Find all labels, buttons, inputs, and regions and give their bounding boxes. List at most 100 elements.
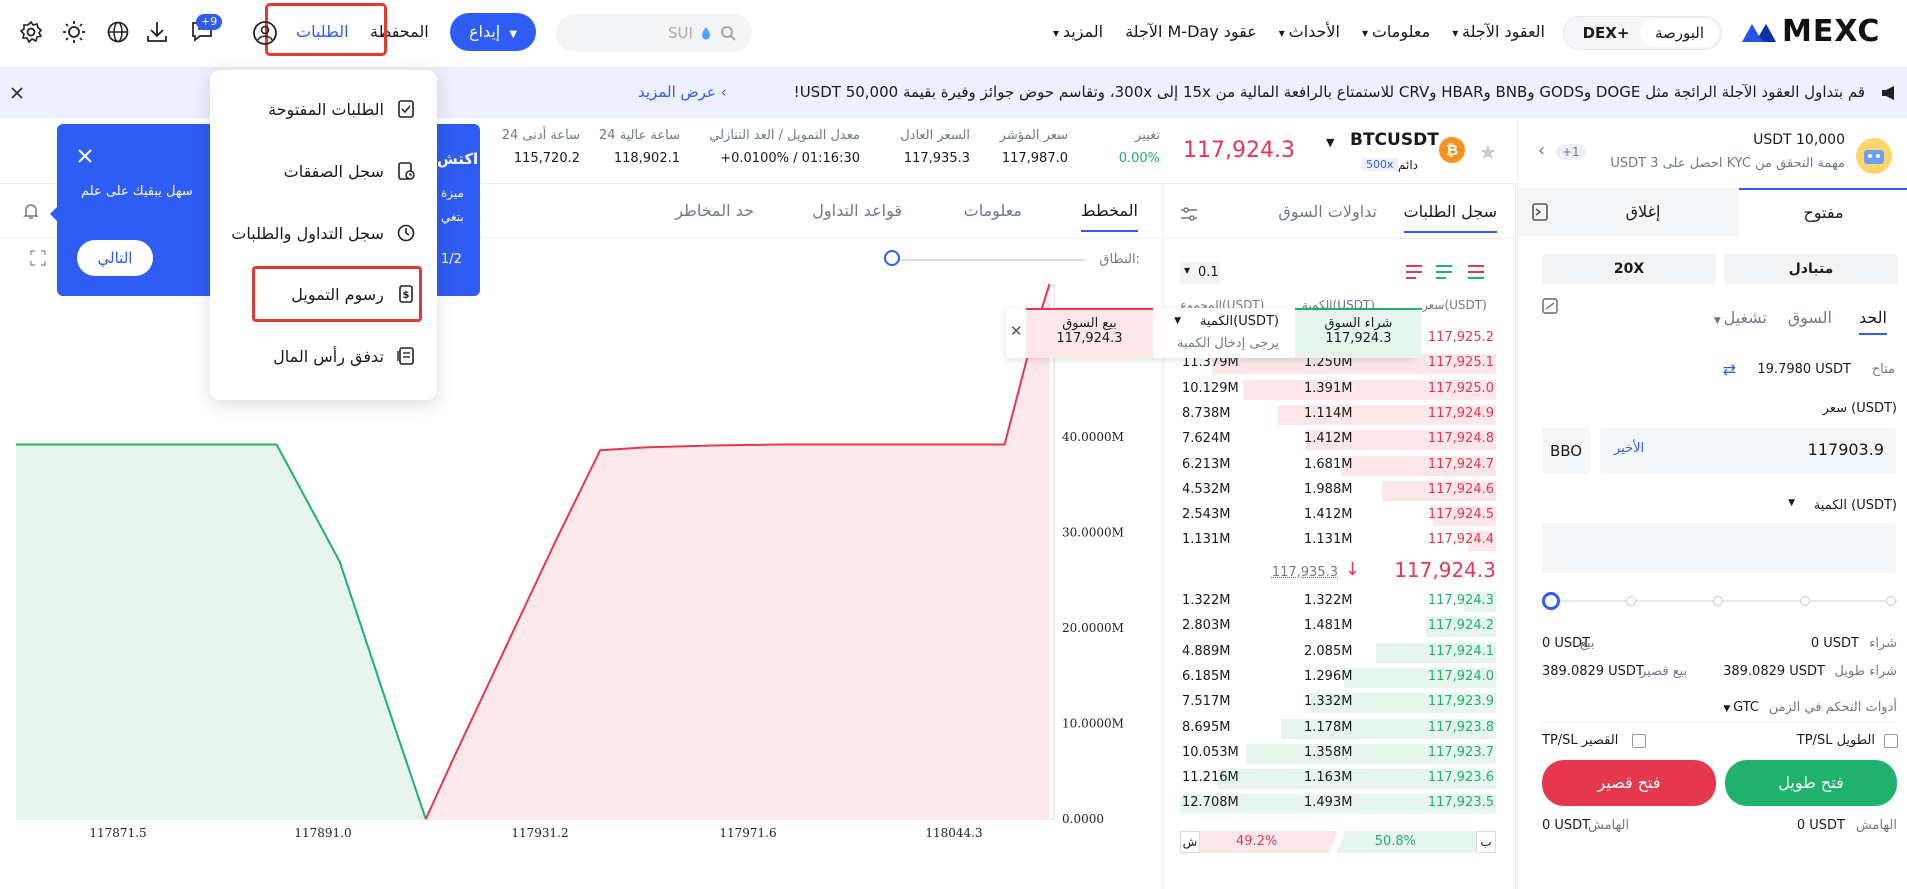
favorite-star-icon[interactable]: ★ <box>1479 140 1497 164</box>
bid-row[interactable]: 117,924.0 1.296M 6.185M <box>1180 666 1496 688</box>
bid-row[interactable]: 117,924.2 1.481M 2.803M <box>1180 615 1496 638</box>
nav-item-3[interactable]: عقود M-Day الآجلة <box>1125 22 1257 46</box>
user-account-icon[interactable] <box>252 20 278 46</box>
ask-row[interactable]: 117,924.5 1.412M 2.543M <box>1180 504 1496 527</box>
view-asks-only-icon[interactable] <box>1406 265 1422 279</box>
ask-row[interactable]: 117,924.7 1.681M 6.213M <box>1180 454 1496 476</box>
bell-icon[interactable] <box>22 202 40 220</box>
fullscreen-icon[interactable] <box>30 250 46 266</box>
swap-arrows-icon[interactable]: ⇄ <box>1723 360 1736 379</box>
reward-amount: USDT 10,000 <box>1753 132 1845 148</box>
ticker-stat-3[interactable]: معدل التمويل / العد التنازلي +0.0100% / 0… <box>709 128 860 166</box>
range-slider-track[interactable] <box>895 259 1085 261</box>
tab-market-trades[interactable]: تداولات السوق <box>1278 202 1377 221</box>
menu-item-funding-fees[interactable]: رسوم التمويل $ <box>291 285 415 304</box>
quantity-label[interactable]: الكمية (USDT) <box>1814 498 1897 513</box>
bid-row[interactable]: 117,924.3 1.322M 1.322M <box>1180 590 1496 612</box>
order-type-market[interactable]: السوق <box>1788 308 1832 327</box>
chevron-left-icon[interactable]: ‹ <box>1538 140 1545 161</box>
tab-trading-rules[interactable]: قواعد التداول <box>812 201 902 220</box>
quick-buy-button[interactable]: شراء السوق 117,924.3 <box>1295 308 1422 358</box>
slider-step-50[interactable] <box>1713 596 1723 606</box>
bid-row[interactable]: 117,923.8 1.178M 8.695M <box>1180 717 1496 739</box>
order-type-trigger[interactable]: ▼ تشغيل <box>1714 308 1767 327</box>
price-last-label[interactable]: الأخير <box>1614 441 1644 456</box>
tif-value[interactable]: ▼ GTC <box>1723 700 1759 715</box>
ticker-symbol[interactable]: BTCUSDT <box>1350 130 1439 150</box>
download-icon[interactable] <box>146 20 168 44</box>
quick-qty-input[interactable]: الكمية(USDT) ▼ يرجى إدخال الكمية <box>1153 308 1293 358</box>
leverage-button[interactable]: 20X <box>1542 254 1716 284</box>
quick-sell-button[interactable]: بيع السوق 117,924.3 <box>1026 308 1153 358</box>
search-box[interactable]: SUI <box>556 14 752 52</box>
bid-row[interactable]: 117,923.6 1.163M 11.216M <box>1180 767 1496 790</box>
ask-row[interactable]: 117,925.0 1.391M 10.129M <box>1180 378 1496 400</box>
transfer-icon[interactable] <box>1542 298 1558 314</box>
tab-open[interactable]: مفتوح <box>1739 188 1907 236</box>
open-long-button[interactable]: فتح طويل <box>1725 760 1897 806</box>
tour-next-button[interactable]: التالي <box>77 240 153 276</box>
mexc-logo[interactable]: MEXC <box>1740 14 1900 50</box>
view-both-icon[interactable] <box>1468 265 1484 279</box>
slider-step-75[interactable] <box>1800 596 1810 606</box>
tab-order-book[interactable]: سجل الطلبات <box>1403 202 1497 233</box>
ask-row[interactable]: 117,924.4 1.131M 1.131M <box>1180 529 1496 552</box>
tab-chart[interactable]: المخطط <box>1080 201 1138 232</box>
menu-item-trade-history[interactable]: سجل الصفقات <box>284 162 415 181</box>
order-type-limit[interactable]: الحد <box>1858 308 1887 335</box>
quantity-slider-handle[interactable] <box>1542 592 1560 610</box>
svg-text:$: $ <box>403 290 410 301</box>
precision-select[interactable]: ▼ 0.1 <box>1180 262 1220 284</box>
tpsl-short-checkbox[interactable] <box>1632 734 1646 748</box>
messages-button[interactable]: +9 <box>190 14 223 44</box>
quantity-slider-track[interactable] <box>1548 600 1898 602</box>
row-total: 6.185M <box>1182 668 1231 684</box>
bid-row[interactable]: 117,923.9 1.332M 7.517M <box>1180 691 1496 714</box>
reward-task[interactable]: مهمة التحقق من KYC احصل على 3 USDT <box>1610 156 1845 171</box>
chevron-down-icon[interactable]: ▼ <box>1174 316 1181 326</box>
nav-item-1[interactable]: معلومات ▾ <box>1362 22 1430 46</box>
deposit-button[interactable]: إيداع ▼ <box>450 13 536 51</box>
tpsl-long-checkbox[interactable] <box>1884 734 1898 748</box>
banner-more-link[interactable]: عرض المزيد ‹ <box>638 83 727 101</box>
theme-sun-icon[interactable] <box>62 20 86 44</box>
nav-item-2[interactable]: الأحداث ▾ <box>1279 22 1340 46</box>
margin-mode-button[interactable]: متبادل <box>1724 254 1898 284</box>
view-bids-only-icon[interactable] <box>1436 265 1452 279</box>
chevron-down-icon[interactable]: ▼ <box>1788 498 1795 508</box>
orders-link[interactable]: الطلبات <box>296 22 349 41</box>
depth-chart[interactable]: 117871.5 117891.0 117931.2 117971.6 118044.3… <box>0 284 1162 844</box>
tab-info[interactable]: معلومات <box>964 201 1022 220</box>
quantity-input[interactable] <box>1542 523 1896 573</box>
menu-item-open-orders[interactable]: الطلبات المفتوحة <box>268 100 415 119</box>
ask-row[interactable]: 117,924.6 1.988M 4.532M <box>1180 479 1496 501</box>
symbol-dropdown-chevron-icon[interactable]: ▼ <box>1326 136 1334 149</box>
tif-label[interactable]: أدوات التحكم في الزمن <box>1769 700 1897 715</box>
slider-step-100[interactable] <box>1886 596 1896 606</box>
close-banner-icon[interactable] <box>10 86 24 100</box>
tab-close[interactable]: إغلاق <box>1558 188 1728 236</box>
bid-row[interactable]: 117,923.5 1.493M 12.708M <box>1180 792 1496 815</box>
nav-item-0[interactable]: العقود الآجلة ▾ <box>1452 22 1545 46</box>
bbo-button[interactable]: BBO <box>1542 428 1590 474</box>
menu-item-capital-flow[interactable]: تدفق رأس المال <box>273 347 415 366</box>
menu-item-order-history[interactable]: سجل التداول والطلبات <box>231 224 415 243</box>
bid-row[interactable]: 117,923.7 1.358M 10.053M <box>1180 742 1496 764</box>
price-input[interactable]: الأخير 117903.9 <box>1600 428 1896 474</box>
ask-row[interactable]: 117,924.8 1.412M 7.624M <box>1180 428 1496 451</box>
dex-tab[interactable]: DEX+ <box>1576 19 1636 47</box>
close-icon[interactable]: ✕ <box>1010 322 1023 340</box>
settings-gear-icon[interactable] <box>19 20 43 44</box>
calculator-icon[interactable] <box>1530 202 1550 222</box>
ask-row[interactable]: 117,924.9 1.114M 8.738M <box>1180 403 1496 425</box>
bid-row[interactable]: 117,924.1 2.085M 4.889M <box>1180 641 1496 663</box>
open-short-button[interactable]: فتح قصير <box>1542 760 1716 806</box>
globe-icon[interactable] <box>106 20 130 44</box>
range-slider-handle[interactable] <box>884 250 900 266</box>
tab-risk-limit[interactable]: حد المخاطر <box>675 201 754 220</box>
close-tour-icon[interactable] <box>77 148 93 164</box>
exchange-tab[interactable]: البورصة <box>1640 19 1719 47</box>
nav-item-4[interactable]: المزيد ▾ <box>1053 22 1103 46</box>
orderbook-settings-icon[interactable] <box>1180 206 1198 222</box>
slider-step-25[interactable] <box>1626 596 1636 606</box>
